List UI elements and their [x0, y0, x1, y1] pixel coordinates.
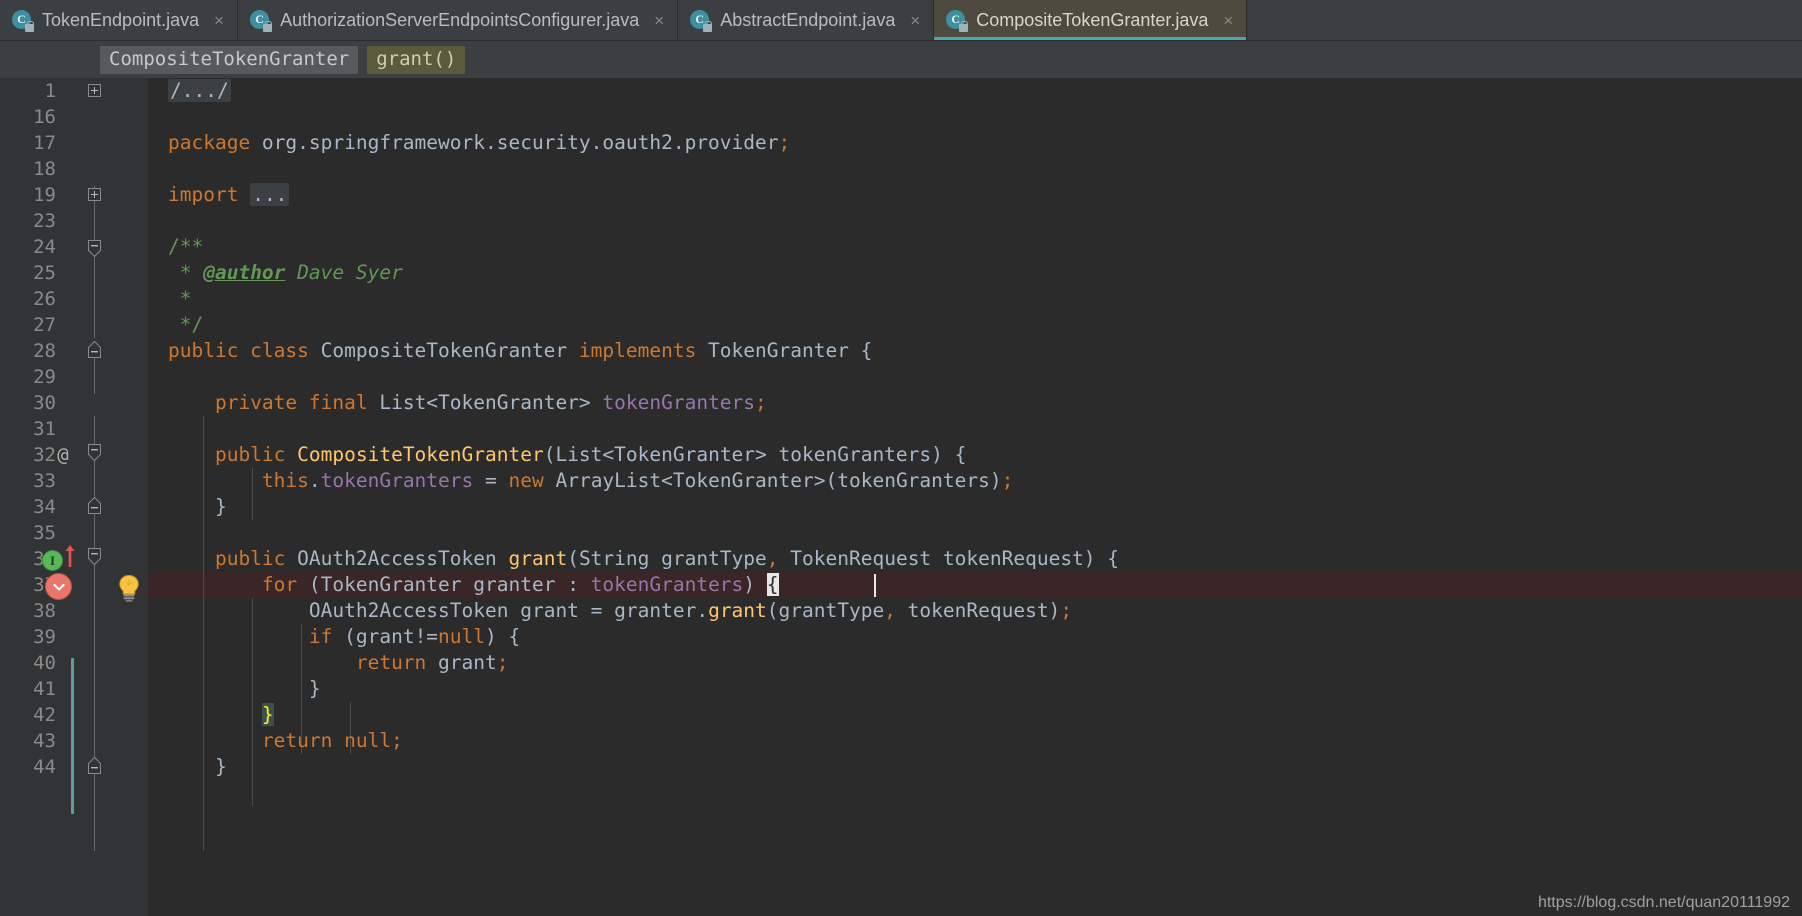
fold-collapse-icon[interactable] [88, 240, 103, 258]
annotation-marker: @ [57, 444, 69, 466]
line-number: 26 [33, 288, 56, 310]
overridden-up-arrow-icon[interactable] [64, 544, 76, 567]
matching-brace-highlight: } [261, 703, 274, 726]
line-number: 43 [33, 730, 56, 752]
editor-tab-authorizationserverendpointsconfigurer[interactable]: C AuthorizationServerEndpointsConfigurer… [238, 0, 679, 40]
code-line-17[interactable]: package org.springframework.security.oau… [168, 130, 790, 156]
editor-tab-label: AbstractEndpoint.java [720, 10, 896, 30]
code-line-33[interactable]: this.tokenGranters = new ArrayList<Token… [168, 468, 1013, 494]
close-icon[interactable]: × [1223, 12, 1233, 29]
editor-tab-label: CompositeTokenGranter.java [976, 10, 1209, 30]
line-number: 42 [33, 704, 56, 726]
editor-tab-compositetokengranter[interactable]: C CompositeTokenGranter.java × [934, 0, 1248, 40]
line-number: 34 [33, 496, 56, 518]
line-number: 17 [33, 132, 56, 154]
line-number: 19 [33, 184, 56, 206]
line-number: 32 [33, 444, 56, 466]
line-number: 23 [33, 210, 56, 232]
code-line-25[interactable]: * @author Dave Syer [168, 260, 403, 286]
code-line-39[interactable]: if (grant!=null) { [168, 624, 520, 650]
editor-tab-tokenendpoint[interactable]: C TokenEndpoint.java × [0, 0, 239, 40]
intention-bulb-icon[interactable] [116, 574, 140, 602]
code-line-34[interactable]: } [168, 494, 227, 520]
code-editor[interactable]: 1 16 17 18 19 23 24 25 26 27 28 29 30 31… [0, 78, 1802, 916]
editor-gutter[interactable]: 1 16 17 18 19 23 24 25 26 27 28 29 30 31… [0, 78, 148, 916]
line-number: 24 [33, 236, 56, 258]
close-icon[interactable]: × [214, 12, 224, 29]
line-number: 16 [33, 106, 56, 128]
line-number: 33 [33, 470, 56, 492]
javadoc-author-tag: @author [203, 261, 286, 284]
line-number: 40 [33, 652, 56, 674]
code-line-32[interactable]: public CompositeTokenGranter(List<TokenG… [168, 442, 966, 468]
code-line-26[interactable]: * [168, 286, 192, 312]
line-number: 28 [33, 340, 56, 362]
code-line-44[interactable]: } [168, 754, 227, 780]
import-keyword: import [168, 183, 239, 206]
java-class-icon: C [250, 9, 273, 32]
code-line-43[interactable]: return null; [168, 728, 403, 754]
editor-tab-label: AuthorizationServerEndpointsConfigurer.j… [280, 10, 640, 30]
code-line-36[interactable]: public OAuth2AccessToken grant(String gr… [168, 546, 1119, 572]
code-line-40[interactable]: return grant; [168, 650, 509, 676]
close-icon[interactable]: × [910, 12, 920, 29]
fold-collapse-icon[interactable] [88, 756, 103, 774]
line-number: 38 [33, 600, 56, 622]
javadoc-author-name: Dave Syer [297, 261, 403, 284]
breadcrumb: CompositeTokenGranter grant() [0, 41, 1802, 78]
line-number: 35 [33, 522, 56, 544]
fold-collapse-icon[interactable] [88, 496, 103, 514]
editor-tab-bar: C TokenEndpoint.java × C AuthorizationSe… [0, 0, 1802, 41]
line-number: 18 [33, 158, 56, 180]
fold-expand-icon[interactable] [88, 84, 103, 99]
matching-brace-highlight: { [766, 573, 779, 596]
folded-comment-placeholder[interactable]: /.../ [168, 79, 231, 102]
line-number: 1 [44, 80, 56, 102]
line-number: 25 [33, 262, 56, 284]
code-line-42[interactable]: } [168, 702, 274, 728]
java-class-icon: C [946, 9, 969, 32]
fold-expand-icon[interactable] [88, 188, 103, 203]
line-number: 27 [33, 314, 56, 336]
breadcrumb-method[interactable]: grant() [367, 45, 466, 74]
folded-imports-placeholder[interactable]: ... [250, 183, 290, 206]
line-number: 39 [33, 626, 56, 648]
editor-tab-abstractendpoint[interactable]: C AbstractEndpoint.java × [678, 0, 935, 40]
editor-tab-label: TokenEndpoint.java [42, 10, 200, 30]
line-number: 31 [33, 418, 56, 440]
code-content[interactable]: /.../ package org.springframework.securi… [148, 78, 1802, 916]
code-line-24[interactable]: /** [168, 234, 203, 260]
code-line-27[interactable]: */ [168, 312, 204, 338]
implementing-method-icon[interactable]: I [42, 550, 63, 571]
close-icon[interactable]: × [654, 12, 664, 29]
code-line-1[interactable]: /.../ [168, 78, 231, 104]
code-line-30[interactable]: private final List<TokenGranter> tokenGr… [168, 390, 767, 416]
code-line-38[interactable]: OAuth2AccessToken grant = granter.grant(… [168, 598, 1072, 624]
ide-window: C TokenEndpoint.java × C AuthorizationSe… [0, 0, 1802, 916]
breadcrumb-class[interactable]: CompositeTokenGranter [100, 45, 359, 74]
java-class-icon: C [690, 9, 713, 32]
code-line-19[interactable]: import ... [168, 182, 290, 208]
line-number: 41 [33, 678, 56, 700]
line-number: 29 [33, 366, 56, 388]
line-number: 30 [33, 392, 56, 414]
overriding-method-icon[interactable] [45, 573, 72, 600]
fold-collapse-icon[interactable] [88, 340, 103, 358]
fold-collapse-icon[interactable] [88, 444, 103, 462]
code-line-37[interactable]: for (TokenGranter granter : tokenGranter… [168, 572, 779, 598]
line-number: 44 [33, 756, 56, 778]
java-class-icon: C [12, 9, 34, 32]
code-line-28[interactable]: public class CompositeTokenGranter imple… [168, 338, 872, 364]
fold-collapse-icon[interactable] [88, 548, 103, 566]
watermark: https://blog.csdn.net/quan20111992 [1537, 894, 1790, 911]
code-line-41[interactable]: } [168, 676, 321, 702]
text-caret [874, 574, 876, 597]
